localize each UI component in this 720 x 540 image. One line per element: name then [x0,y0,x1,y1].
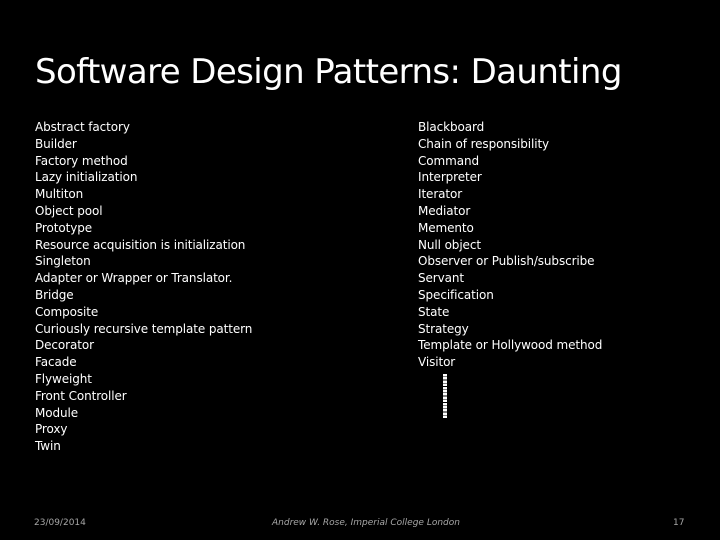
list-item: Command [418,153,479,168]
list-item: Decorator [35,338,94,353]
behavioral-patterns-list: Blackboard Chain of responsibility Comma… [418,119,602,371]
list-item: Curiously recursive template pattern [35,321,253,336]
list-item: Null object [418,237,481,252]
list-item: Prototype [35,220,92,235]
list-item: Adapter or Wrapper or Translator. [35,271,233,286]
list-item: Facade [35,355,77,370]
list-item: Observer or Publish/subscribe [418,254,595,269]
list-item: Visitor [418,355,456,370]
list-item: Mediator [418,203,471,218]
list-item: Servant [418,271,464,286]
creational-structural-patterns-list: Abstract factory Builder Factory method … [35,119,252,455]
list-item: Bridge [35,287,74,302]
list-item: Factory method [35,153,128,168]
list-item: Template or Hollywood method [418,338,603,353]
footer-author: Andrew W. Rose, Imperial College London [272,518,460,528]
list-item: Twin [35,439,61,454]
list-item: Strategy [418,321,469,336]
list-item: State [418,304,450,319]
list-item: Chain of responsibility [418,136,550,151]
list-item: Flyweight [35,371,92,386]
list-item: Builder [35,136,77,151]
list-item: Composite [35,304,99,319]
list-item: Singleton [35,254,91,269]
list-item: Memento [418,220,474,235]
list-item: Object pool [35,203,103,218]
list-item: Proxy [35,422,68,437]
list-item: Lazy initialization [35,170,138,185]
list-item: Module [35,405,79,420]
list-item: Abstract factory [35,120,130,134]
footer-date: 23/09/2014 [34,518,86,528]
list-item: Multiton [35,187,84,202]
list-item: Blackboard [418,120,485,134]
list-item: Resource acquisition is initialization [35,237,246,252]
list-item: Iterator [418,187,463,202]
vertical-ellipsis-icon [443,374,447,419]
page-number: 17 [673,518,685,528]
list-item: Front Controller [35,388,127,403]
slide-title: Software Design Patterns: Daunting [35,52,622,92]
list-item: Interpreter [418,170,482,185]
list-item: Specification [418,287,494,302]
